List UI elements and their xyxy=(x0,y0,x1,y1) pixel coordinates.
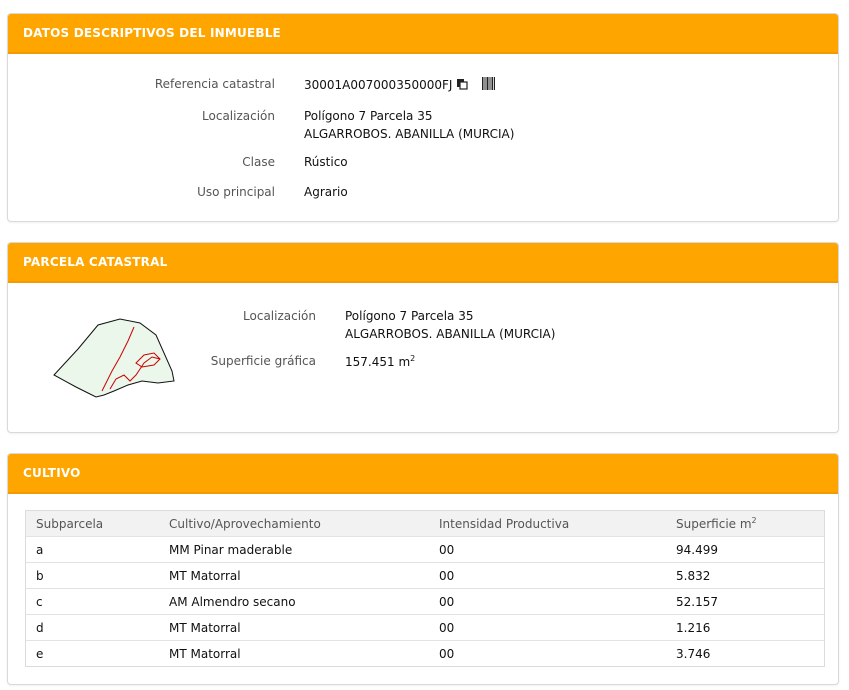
cultivo-panel: CULTIVO Subparcela Cultivo/Aprovechamien… xyxy=(7,453,839,685)
cell-cultivo: MM Pinar maderable xyxy=(159,536,429,563)
table-row: c AM Almendro secano 00 52.157 xyxy=(26,588,824,615)
copy-icon[interactable] xyxy=(456,78,469,93)
parcela-catastral-title: PARCELA CATASTRAL xyxy=(8,243,838,283)
datos-descriptivos-panel: DATOS DESCRIPTIVOS DEL INMUEBLE Referenc… xyxy=(7,13,839,222)
superficie-grafica-value: 157.451 m2 xyxy=(345,354,415,369)
table-row: e MT Matorral 00 3.746 xyxy=(26,640,824,666)
cultivo-table-wrap: Subparcela Cultivo/Aprovechamiento Inten… xyxy=(25,510,825,667)
barcode-icon[interactable] xyxy=(482,77,496,93)
ref-catastral-label: Referencia catastral xyxy=(154,77,275,91)
parcela-localizacion-line1: Polígono 7 Parcela 35 xyxy=(345,309,474,323)
cell-superficie: 1.216 xyxy=(666,614,824,641)
cultivo-table: Subparcela Cultivo/Aprovechamiento Inten… xyxy=(26,511,824,666)
cell-intensidad: 00 xyxy=(429,562,666,589)
cell-intensidad: 00 xyxy=(429,588,666,615)
cultivo-title: CULTIVO xyxy=(8,454,838,494)
table-header-row: Subparcela Cultivo/Aprovechamiento Inten… xyxy=(26,511,824,537)
datos-descriptivos-title: DATOS DESCRIPTIVOS DEL INMUEBLE xyxy=(8,14,838,54)
table-row: a MM Pinar maderable 00 94.499 xyxy=(26,536,824,563)
cell-cultivo: AM Almendro secano xyxy=(159,588,429,615)
parcela-localizacion-line2: ALGARROBOS. ABANILLA (MURCIA) xyxy=(345,327,556,341)
superficie-grafica-label: Superficie gráfica xyxy=(210,354,316,368)
cell-superficie: 94.499 xyxy=(666,536,824,563)
clase-label: Clase xyxy=(242,155,275,169)
cell-superficie: 52.157 xyxy=(666,588,824,615)
cell-intensidad: 00 xyxy=(429,536,666,563)
cell-cultivo: MT Matorral xyxy=(159,614,429,641)
localizacion-label: Localización xyxy=(202,109,275,123)
col-superficie: Superficie m2 xyxy=(666,511,824,537)
cell-cultivo: MT Matorral xyxy=(159,640,429,666)
cell-intensidad: 00 xyxy=(429,640,666,666)
cell-subparcela: a xyxy=(26,536,159,563)
superficie-grafica-exp: 2 xyxy=(410,354,416,363)
cell-cultivo: MT Matorral xyxy=(159,562,429,589)
uso-principal-value: Agrario xyxy=(304,185,348,199)
cell-superficie: 3.746 xyxy=(666,640,824,666)
col-subparcela: Subparcela xyxy=(26,511,159,537)
table-row: d MT Matorral 00 1.216 xyxy=(26,614,824,641)
clase-value: Rústico xyxy=(304,155,348,169)
parcela-catastral-panel: PARCELA CATASTRAL Localización Polígono … xyxy=(7,242,839,433)
table-row: b MT Matorral 00 5.832 xyxy=(26,562,824,589)
cell-superficie: 5.832 xyxy=(666,562,824,589)
localizacion-line2: ALGARROBOS. ABANILLA (MURCIA) xyxy=(304,127,515,141)
cell-subparcela: c xyxy=(26,588,159,615)
cell-subparcela: e xyxy=(26,640,159,666)
superficie-grafica-number: 157.451 m xyxy=(345,355,411,369)
cell-subparcela: b xyxy=(26,562,159,589)
localizacion-line1: Polígono 7 Parcela 35 xyxy=(304,109,433,123)
ref-catastral-value: 30001A007000350000FJ xyxy=(304,78,453,92)
cell-intensidad: 00 xyxy=(429,614,666,641)
parcela-localizacion-label: Localización xyxy=(243,309,316,323)
cell-subparcela: d xyxy=(26,614,159,641)
uso-principal-label: Uso principal xyxy=(197,185,275,199)
col-superficie-label: Superficie m xyxy=(676,517,752,531)
col-superficie-exp: 2 xyxy=(751,516,757,525)
col-intensidad: Intensidad Productiva xyxy=(429,511,666,537)
col-cultivo: Cultivo/Aprovechamiento xyxy=(159,511,429,537)
